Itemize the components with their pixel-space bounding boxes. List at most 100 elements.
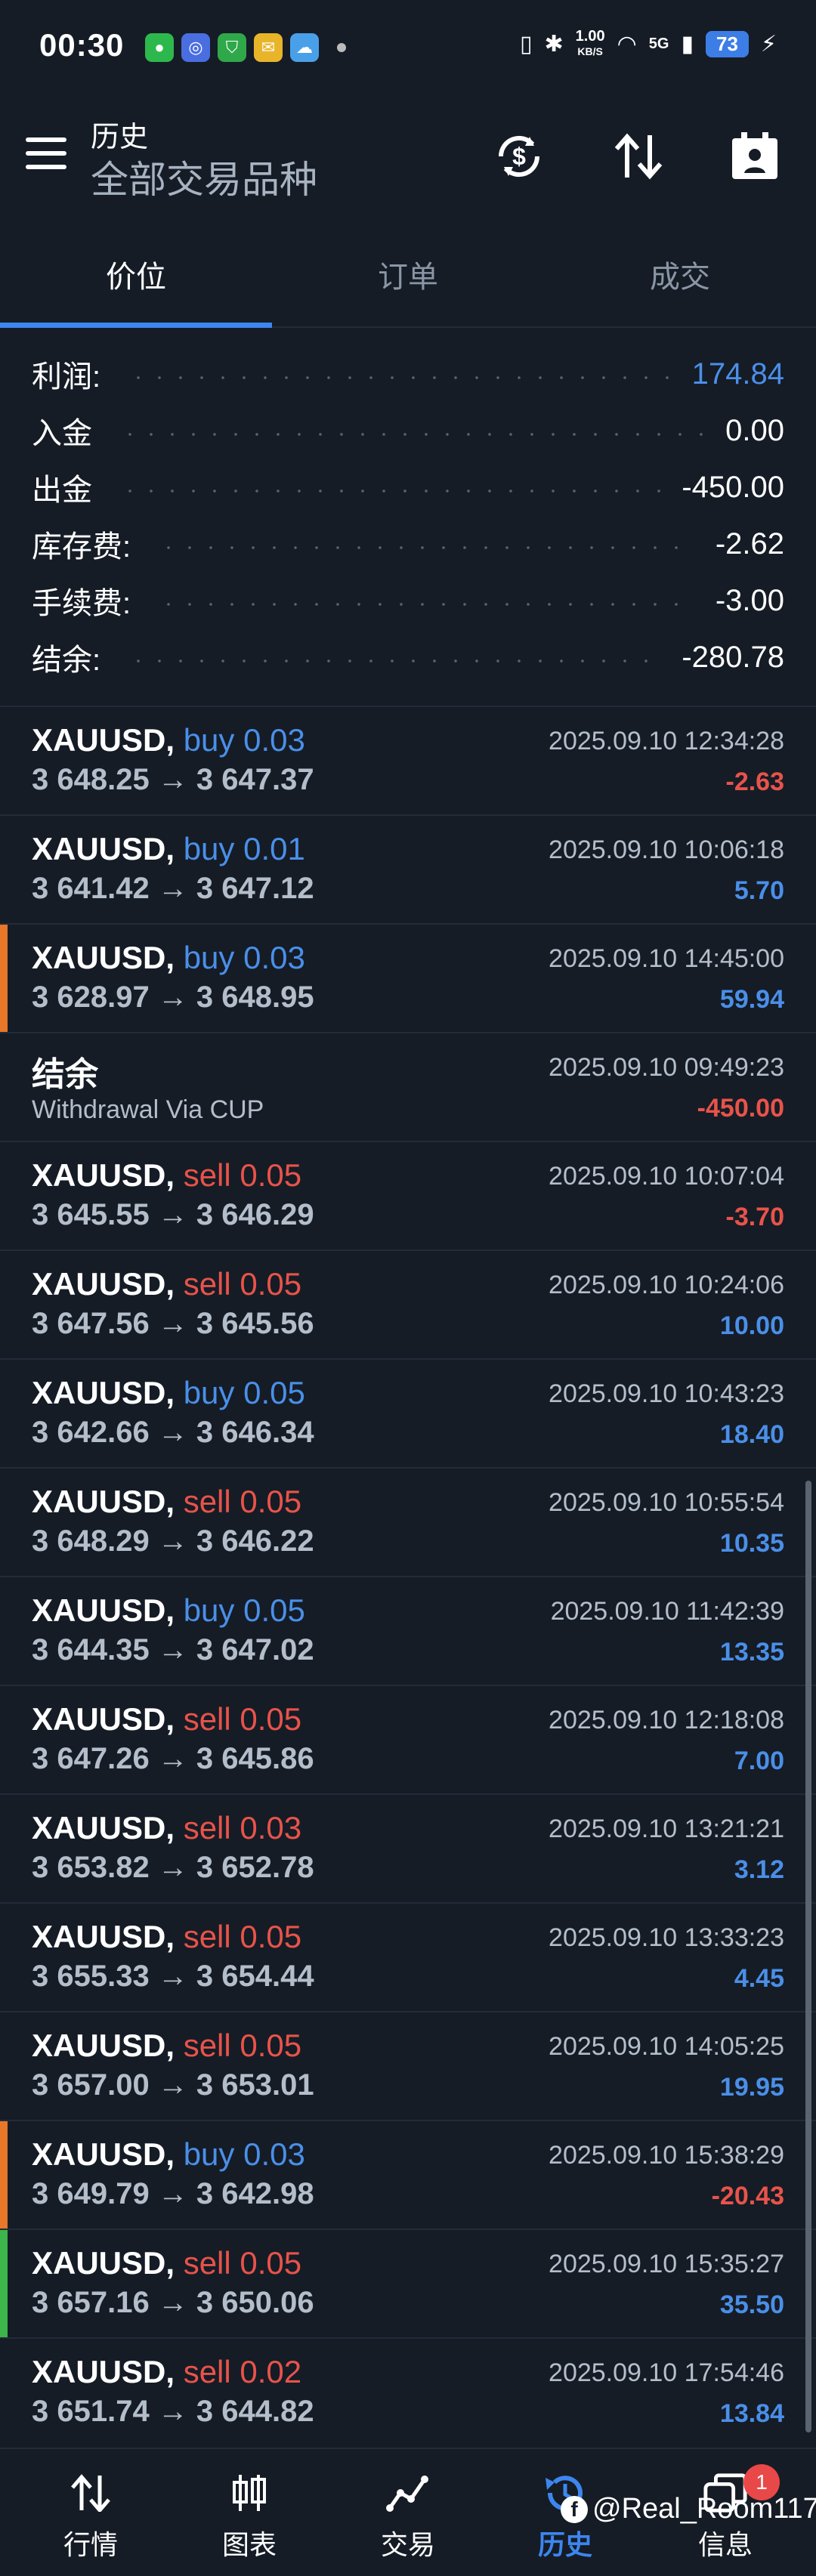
row-time: 2025.09.10 10:07:04 [549,1162,784,1191]
tab-bar: 价位 订单 成交 [0,227,816,328]
app-header: 历史 全部交易品种 $ [0,98,816,219]
row-profit: -450.00 [697,1094,784,1123]
row-time: 2025.09.10 12:18:08 [549,1706,784,1734]
weather-icon: ☁ [290,33,319,62]
symbol-filter[interactable]: 全部交易品种 [91,150,317,204]
row-symbol: XAUUSD, sell 0.05 [32,1266,302,1302]
row-time: 2025.09.10 12:34:28 [549,727,784,755]
tab-positions[interactable]: 价位 [0,227,272,322]
row-time: 2025.09.10 13:21:21 [549,1815,784,1843]
row-symbol: XAUUSD, sell 0.02 [32,2354,302,2389]
row-prices: 3 651.74 → 3 644.82 [32,2395,314,2428]
nav-quotes[interactable]: 行情 [9,2449,172,2576]
sort-icon[interactable] [604,122,672,190]
deal-row[interactable]: XAUUSD, buy 0.03 3 628.97 → 3 648.95 202… [0,923,816,1032]
row-prices: 3 644.35 → 3 647.02 [32,1633,314,1666]
row-profit: 18.40 [719,1420,784,1449]
balance-row[interactable]: 结余 Withdrawal Via CUP 2025.09.10 09:49:2… [0,1032,816,1141]
row-volume: sell 0.05 [183,1484,302,1519]
row-time: 2025.09.10 17:54:46 [549,2358,784,2387]
row-profit: 5.70 [734,876,784,905]
status-time: 00:30 [39,27,125,63]
row-time: 2025.09.10 13:33:23 [549,1923,784,1952]
battery-indicator: 73 [706,30,749,57]
row-time: 2025.09.10 15:38:29 [549,2141,784,2170]
row-symbol: XAUUSD, sell 0.05 [32,1157,302,1193]
row-profit: 59.94 [719,985,784,1014]
sync-currency-icon[interactable]: $ [485,122,553,190]
nav-trade[interactable]: 交易 [326,2449,490,2576]
row-volume: sell 0.03 [183,1810,302,1846]
chart-icon [227,2470,272,2516]
row-symbol: XAUUSD, buy 0.03 [32,2136,305,2172]
deal-row[interactable]: XAUUSD, sell 0.05 3 657.00 → 3 653.01 20… [0,2011,816,2120]
deal-row[interactable]: XAUUSD, buy 0.05 3 642.66 → 3 646.34 202… [0,1358,816,1467]
vibrate-icon: ▯ [520,31,533,57]
row-time: 2025.09.10 14:45:00 [549,944,784,973]
row-time: 2025.09.10 10:06:18 [549,836,784,864]
row-volume: sell 0.05 [183,1701,302,1737]
row-profit: 13.84 [719,2399,784,2428]
deal-row[interactable]: XAUUSD, sell 0.05 3 657.16 → 3 650.06 20… [0,2229,816,2337]
row-symbol: XAUUSD, buy 0.03 [32,940,305,975]
row-prices: 3 642.66 → 3 646.34 [32,1416,314,1449]
row-symbol: XAUUSD, buy 0.05 [32,1592,305,1628]
row-prices: 3 649.79 → 3 642.98 [32,2177,314,2210]
deal-row[interactable]: XAUUSD, sell 0.05 3 655.33 → 3 654.44 20… [0,1902,816,2011]
row-volume: buy 0.05 [183,1592,305,1628]
app-icon: ◎ [181,33,210,62]
row-profit: 7.00 [734,1747,784,1775]
deal-row[interactable]: XAUUSD, sell 0.05 3 647.56 → 3 645.56 20… [0,1249,816,1358]
summary-row: 结余: -280.78 [32,640,784,678]
row-prices: 3 657.16 → 3 650.06 [32,2286,314,2319]
summary-row: 手续费: -3.00 [32,583,784,621]
trade-icon [385,2470,431,2516]
row-comment: Withdrawal Via CUP [32,1095,264,1124]
deal-row[interactable]: XAUUSD, buy 0.03 3 648.25 → 3 647.37 202… [0,706,816,814]
row-profit: -3.70 [725,1203,785,1231]
row-time: 2025.09.10 14:05:25 [549,2032,784,2061]
shield-app-icon: ⛉ [218,33,246,62]
tab-deals[interactable]: 成交 [544,227,816,322]
profit-value: 174.84 [691,357,784,391]
row-symbol: XAUUSD, sell 0.05 [32,2245,302,2281]
row-profit: 10.00 [719,1311,784,1340]
row-time: 2025.09.10 09:49:23 [549,1053,784,1082]
row-prices: 3 657.00 → 3 653.01 [32,2068,314,2102]
wechat-icon: ● [145,33,174,62]
row-volume: sell 0.05 [183,1157,302,1193]
svg-text:$: $ [512,143,526,170]
row-title: 结余 [32,1056,98,1093]
deal-row[interactable]: XAUUSD, sell 0.05 3 645.55 → 3 646.29 20… [0,1141,816,1249]
mail-icon: ✉ [254,33,283,62]
row-symbol: XAUUSD, sell 0.05 [32,1919,302,1954]
deal-row[interactable]: XAUUSD, buy 0.03 3 649.79 → 3 642.98 202… [0,2120,816,2229]
tab-orders[interactable]: 订单 [272,227,544,322]
withdrawal-value: -450.00 [682,470,784,504]
deal-row[interactable]: XAUUSD, sell 0.05 3 647.26 → 3 645.86 20… [0,1685,816,1793]
calendar-user-icon[interactable] [721,122,789,190]
status-bar: 00:30 ● ◎ ⛉ ✉ ☁ ▯ ✱ 1.00 KB/S ◠ 5G ▮ 73 … [0,0,816,98]
row-volume: buy 0.01 [183,831,305,866]
row-prices: 3 647.56 → 3 645.56 [32,1307,314,1340]
row-profit: -2.63 [725,768,785,796]
summary-row: 库存费: -2.62 [32,527,784,564]
notification-icons: ● ◎ ⛉ ✉ ☁ [145,33,346,62]
deal-row[interactable]: XAUUSD, buy 0.05 3 644.35 → 3 647.02 202… [0,1576,816,1685]
nav-charts[interactable]: 图表 [168,2449,331,2576]
row-symbol: XAUUSD, sell 0.05 [32,2028,302,2063]
row-prices: 3 628.97 → 3 648.95 [32,981,314,1014]
row-volume: buy 0.05 [183,1375,305,1410]
facebook-icon: f [561,2495,588,2523]
deal-row[interactable]: XAUUSD, sell 0.05 3 648.29 → 3 646.22 20… [0,1467,816,1576]
row-profit: 10.35 [719,1529,784,1558]
charging-icon: ⚡ [760,31,777,57]
scrollbar[interactable] [805,1481,811,2432]
deal-row[interactable]: XAUUSD, buy 0.01 3 641.42 → 3 647.12 202… [0,814,816,923]
deal-row[interactable]: XAUUSD, sell 0.02 3 651.74 → 3 644.82 20… [0,2337,816,2446]
swap-value: -2.62 [715,527,784,561]
page-title: 历史 [91,122,149,153]
deal-row[interactable]: XAUUSD, sell 0.03 3 653.82 → 3 652.78 20… [0,1793,816,1902]
menu-icon[interactable] [26,137,66,171]
row-time: 2025.09.10 15:35:27 [549,2250,784,2278]
